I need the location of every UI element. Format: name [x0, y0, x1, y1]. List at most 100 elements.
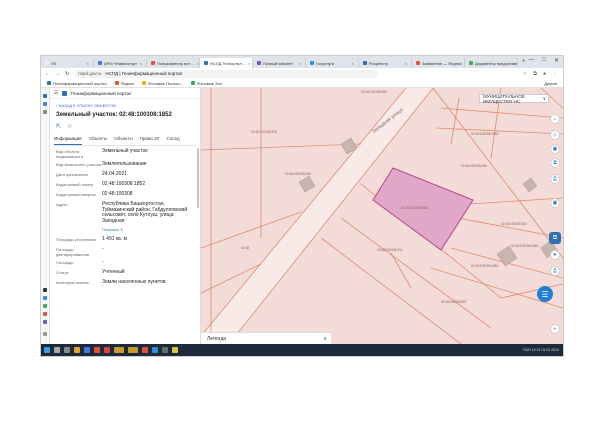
- whatsapp-icon[interactable]: [43, 304, 47, 308]
- bookmark-item[interactable]: Яндекс: [114, 81, 134, 86]
- browser-tab[interactable]: Заявление — Яндекс×: [412, 58, 465, 68]
- browser-tab[interactable]: НСПД Геопортал ... ×: [200, 58, 253, 68]
- telegram-icon[interactable]: [43, 296, 47, 300]
- address-bar-icons: ☆ ⧉ ● ⋮: [523, 71, 557, 77]
- history-icon[interactable]: [43, 110, 47, 114]
- yandex-icon[interactable]: [94, 347, 100, 353]
- panel-tab[interactable]: Объекты: [89, 136, 108, 144]
- zoom-in-icon[interactable]: +: [550, 324, 560, 334]
- search-icon[interactable]: [54, 347, 60, 353]
- extensions-icon[interactable]: ⧉: [533, 71, 537, 77]
- maximize-button[interactable]: □: [542, 57, 546, 64]
- attributes-list: Вид объекта недвижимости Земельный участо…: [50, 146, 200, 287]
- attribute-value: Земельный участок: [102, 148, 148, 154]
- other-bookmarks[interactable]: Другие: [544, 81, 557, 86]
- url-field[interactable]: nspd.gov.ru НСПД | Геоинформационный пор…: [74, 69, 379, 78]
- tab-favicon-icon: [310, 61, 314, 65]
- browser-tab[interactable]: Документы предоставл...×: [465, 58, 518, 68]
- map-view[interactable]: 02:48:100308:456 02:48:100308:475 02:48:10…: [201, 88, 563, 344]
- share-icon[interactable]: ⇱: [56, 123, 61, 130]
- browser-tab[interactable]: Пользователь вот ... ×: [147, 58, 200, 68]
- attribute-key: Площадь декларированная: [56, 247, 89, 257]
- vk-icon[interactable]: [43, 94, 47, 98]
- back-to-list-link[interactable]: ‹ НАЗАД К СПИСКУ ОБЪЕКТОВ: [56, 103, 194, 108]
- alice-icon[interactable]: [43, 320, 47, 324]
- panel-tab[interactable]: Сосед: [167, 136, 180, 144]
- tab-close-icon[interactable]: ×: [299, 61, 301, 66]
- profile-icon[interactable]: ●: [543, 71, 546, 77]
- browser-tab[interactable]: АРМ «Навигатор» ×: [94, 58, 147, 68]
- app-red-icon[interactable]: [104, 347, 110, 353]
- browser-window: VK × АРМ «Навигатор» × Пользователь вот ... ×…: [40, 55, 564, 357]
- layers-button[interactable]: ⧉: [549, 232, 561, 244]
- app-blue-icon[interactable]: [152, 347, 158, 353]
- app-orange-icon[interactable]: [142, 347, 148, 353]
- star-icon[interactable]: ☆: [523, 71, 527, 77]
- panel-tab[interactable]: Информация: [54, 136, 82, 145]
- legend-bar[interactable]: Легенда ∧: [201, 332, 331, 344]
- close-window-button[interactable]: ✕: [554, 57, 559, 64]
- panel-tab[interactable]: Объекты: [114, 136, 133, 144]
- messenger-icon[interactable]: [43, 102, 47, 106]
- app-yellow-icon[interactable]: [172, 347, 178, 353]
- attribute-value: 1 491 кв. м: [102, 236, 127, 242]
- attribute-value: 02:48:100308:1852: [102, 181, 146, 187]
- tab-close-icon[interactable]: ×: [248, 61, 250, 66]
- save-icon[interactable]: ⎙: [550, 266, 560, 276]
- show-more-link[interactable]: Показать ∨: [102, 227, 194, 233]
- browser-tab[interactable]: Росреестр ×: [359, 58, 412, 68]
- app-gray-icon[interactable]: [162, 347, 168, 353]
- measure-icon[interactable]: ◇: [550, 130, 560, 140]
- category-select[interactable]: МУНИЦИПАЛЬНОЕ ИМУЩЕСТВО НС ∨: [479, 94, 549, 104]
- building: [522, 177, 538, 193]
- settings-icon[interactable]: [43, 332, 47, 336]
- navigate-icon[interactable]: ➤: [550, 250, 560, 260]
- bookmark-item[interactable]: Фоновые Зон: [191, 81, 222, 86]
- panel-scrollbar[interactable]: [197, 148, 199, 208]
- menu-dots-icon[interactable]: ⋮: [552, 71, 557, 77]
- grid-icon[interactable]: ▣: [550, 198, 560, 208]
- tab-close-icon[interactable]: ×: [352, 61, 354, 66]
- app-gold2-icon[interactable]: [128, 347, 138, 353]
- cadastral-number-label: 02:48:100308:1853: [471, 264, 499, 268]
- cadastral-number-label: 02:48:100308:1852: [401, 206, 429, 210]
- forward-arrow-icon[interactable]: →: [55, 71, 60, 77]
- url-text: nspd.gov.ru: [78, 71, 102, 76]
- browser-tab[interactable]: Госуслуги ×: [306, 58, 359, 68]
- building: [298, 175, 316, 193]
- edge-icon[interactable]: [84, 347, 90, 353]
- app-icon[interactable]: [43, 288, 47, 292]
- parcel-boundary: [500, 283, 563, 299]
- share-map-icon[interactable]: ⧉: [550, 158, 560, 168]
- minimize-button[interactable]: —: [528, 57, 534, 64]
- print-map-icon[interactable]: ▣: [550, 144, 560, 154]
- panel-header: ☰ Геоинформационный портал: [50, 88, 200, 99]
- system-tray: RUS 14:21 01.01.2024: [523, 348, 559, 352]
- reload-icon[interactable]: ↻: [65, 71, 69, 77]
- mail-icon[interactable]: [43, 312, 47, 316]
- tab-label: Госуслуги: [316, 60, 335, 66]
- tab-close-icon[interactable]: ×: [405, 61, 407, 66]
- task-view-icon[interactable]: [64, 347, 70, 353]
- chat-assistant-button[interactable]: ☰: [537, 286, 553, 302]
- tab-close-icon[interactable]: ×: [140, 61, 142, 66]
- tab-favicon-icon: [257, 61, 261, 65]
- home-icon[interactable]: ⌂: [550, 114, 560, 124]
- browser-tab[interactable]: VK ×: [41, 58, 94, 68]
- tab-close-icon[interactable]: ×: [87, 61, 89, 66]
- print-icon[interactable]: ⎙: [550, 174, 560, 184]
- back-arrow-icon[interactable]: ←: [45, 71, 50, 77]
- windows-start-icon[interactable]: [44, 347, 50, 353]
- bookmark-item[interactable]: Геоинформационный портал: [47, 81, 107, 86]
- app-gold-icon[interactable]: [114, 347, 124, 353]
- attribute-row: Площадь уточненная 1 491 кв. м: [56, 234, 194, 244]
- tab-bar: VK × АРМ «Навигатор» × Пользователь вот ... ×…: [41, 56, 563, 68]
- explorer-icon[interactable]: [74, 347, 80, 353]
- tab-close-icon[interactable]: ×: [197, 61, 199, 66]
- attribute-value: 02:48:100308: [102, 191, 133, 197]
- favorite-star-icon[interactable]: ☆: [67, 123, 72, 130]
- hamburger-icon[interactable]: ☰: [54, 90, 58, 96]
- browser-tab[interactable]: Личный кабинет ×: [253, 58, 306, 68]
- bookmark-item[interactable]: Фоновые Пользо...: [142, 81, 183, 86]
- panel-tab[interactable]: Права ЗУ: [140, 136, 160, 144]
